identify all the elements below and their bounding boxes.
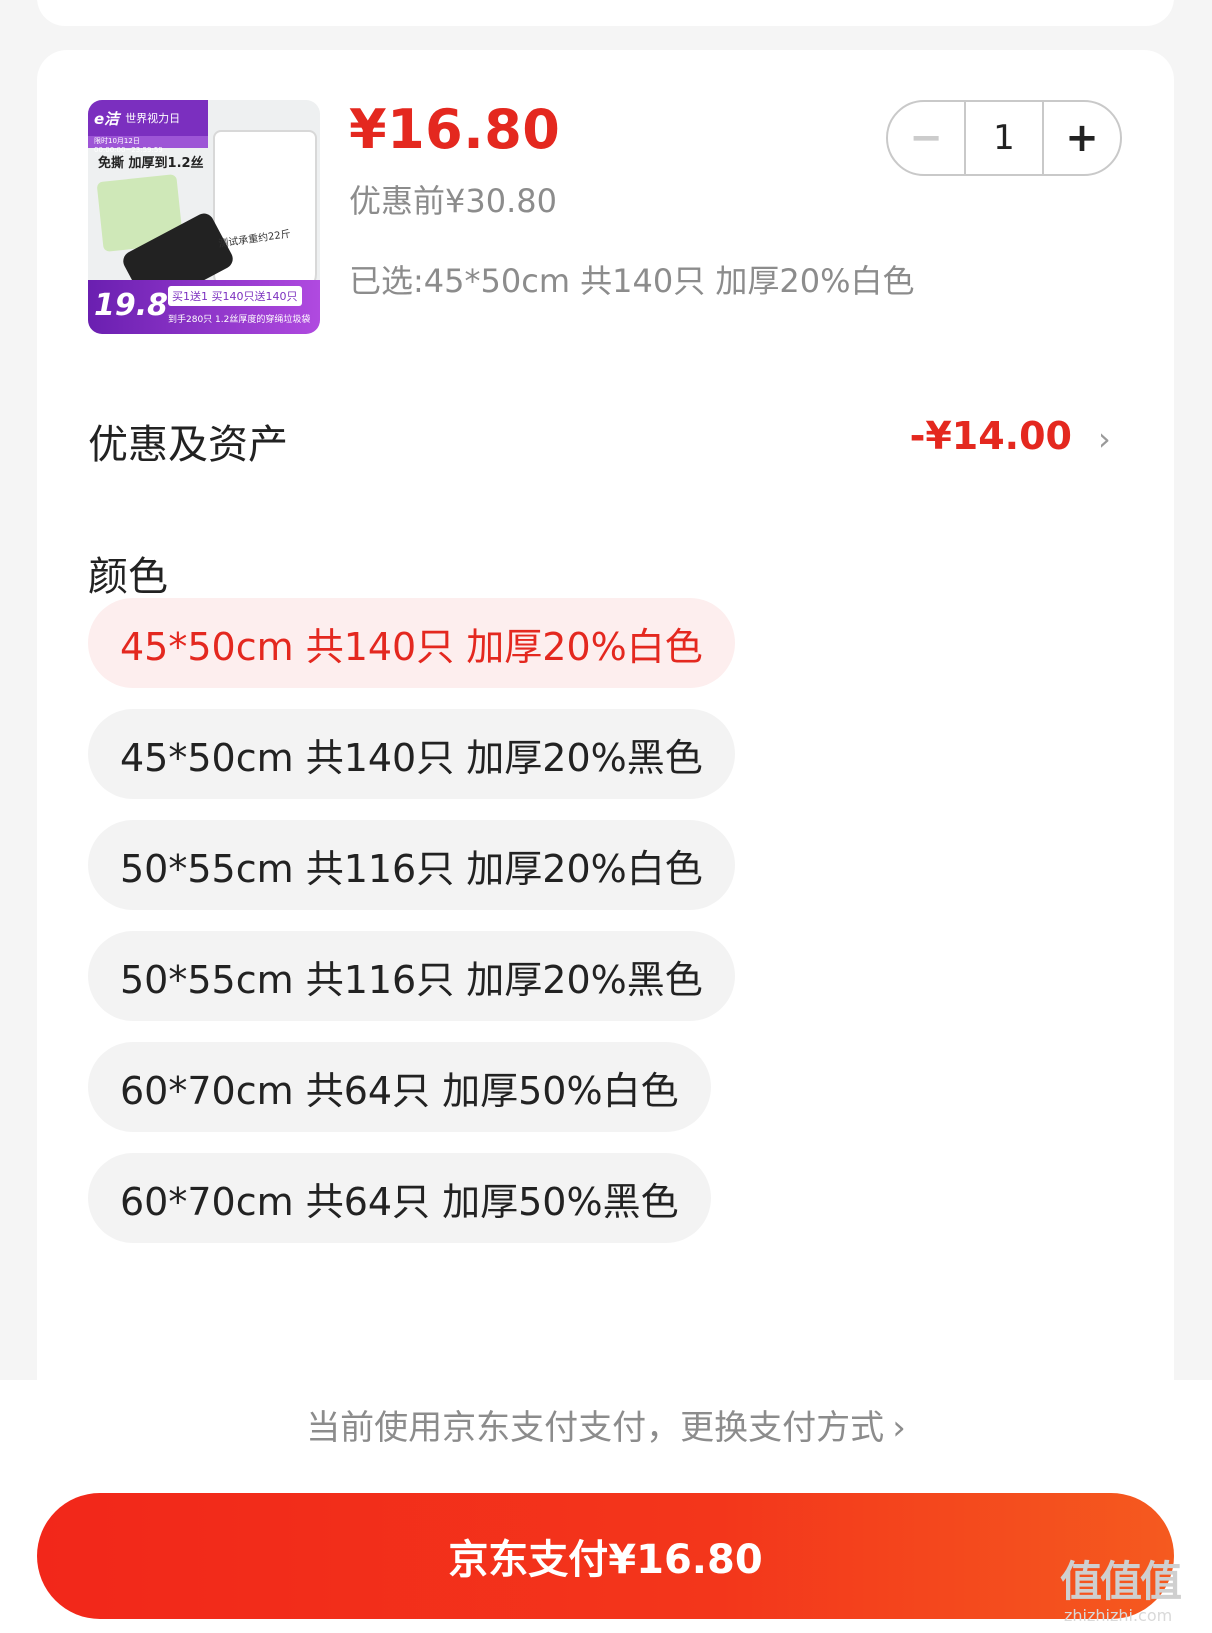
- selected-sku-summary: 已选:45*50cm 共140只 加厚20%白色: [349, 262, 915, 300]
- thumbnail-banner-text: 世界视力日: [125, 112, 181, 125]
- color-option[interactable]: 60*70cm 共64只 加厚50%白色: [88, 1042, 711, 1132]
- product-thumbnail[interactable]: e洁 世界视力日 限时10月12日00:00:00~23:59:59 免撕 加厚…: [88, 100, 320, 334]
- chevron-right-icon[interactable]: ›: [1098, 420, 1111, 458]
- color-option[interactable]: 50*55cm 共116只 加厚20%黑色: [88, 931, 735, 1021]
- color-option[interactable]: 60*70cm 共64只 加厚50%黑色: [88, 1153, 711, 1243]
- minus-icon[interactable]: −: [888, 102, 964, 174]
- current-price: ¥16.80: [349, 98, 561, 161]
- chevron-right-icon: ›: [892, 1408, 906, 1448]
- thumbnail-promo-offer: 买1送1 买140只送140只: [168, 286, 302, 306]
- quantity-stepper: − 1 +: [886, 100, 1122, 176]
- color-option[interactable]: 45*50cm 共140只 加厚20%黑色: [88, 709, 735, 799]
- thumbnail-banner: e洁 世界视力日: [88, 100, 208, 136]
- thumbnail-promo-note: 到手280只 1.2丝厚度的穿绳垃圾袋: [168, 315, 311, 325]
- thumbnail-headline: 免撕 加厚到1.2丝: [98, 156, 204, 171]
- plus-icon[interactable]: +: [1044, 102, 1120, 174]
- thumbnail-time-note: 限时10月12日00:00:00~23:59:59: [88, 136, 208, 154]
- watermark-site: zhizhizhi.com: [1064, 1606, 1173, 1625]
- brand-logo: e洁: [94, 109, 120, 128]
- thumbnail-promo-offer-text: 买140只送140只: [211, 290, 298, 303]
- color-section-title: 颜色: [88, 554, 168, 600]
- discount-label[interactable]: 优惠及资产: [88, 412, 288, 470]
- thumbnail-promo-price: 19.8: [94, 288, 169, 323]
- color-option[interactable]: 50*55cm 共116只 加厚20%白色: [88, 820, 735, 910]
- trash-bag-image: [213, 130, 317, 294]
- pay-button[interactable]: 京东支付¥16.80: [37, 1493, 1174, 1619]
- previous-card: [37, 0, 1174, 26]
- quantity-value[interactable]: 1: [964, 102, 1044, 174]
- thumbnail-promo-strip: 19.8 买1送1 买140只送140只 到手280只 1.2丝厚度的穿绳垃圾袋: [88, 280, 320, 334]
- thumbnail-promo-tag: 买1送1: [172, 290, 208, 303]
- change-payment-link[interactable]: 当前使用京东支付支付，更换支付方式 ›: [0, 1400, 1212, 1449]
- original-price: 优惠前¥30.80: [349, 182, 557, 220]
- payment-hint-text: 当前使用京东支付支付，更换支付方式: [306, 1408, 885, 1448]
- discount-value[interactable]: -¥14.00: [910, 414, 1072, 458]
- watermark-logo: 值值值: [1060, 1557, 1182, 1606]
- color-option[interactable]: 45*50cm 共140只 加厚20%白色: [88, 598, 735, 688]
